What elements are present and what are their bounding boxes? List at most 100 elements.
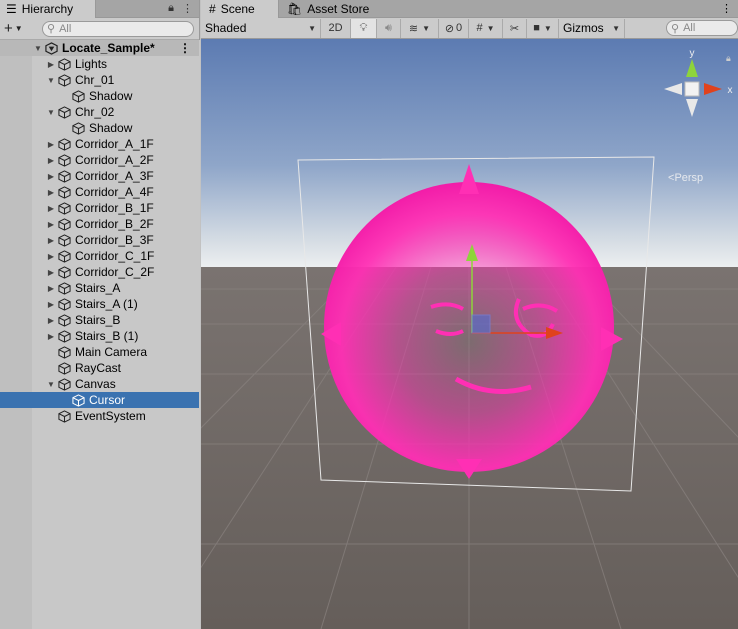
camera-icon: ■ bbox=[533, 22, 540, 34]
more-options-icon[interactable]: ⋮ bbox=[182, 2, 193, 15]
effects-dropdown[interactable]: ≋ ▼ bbox=[401, 18, 439, 38]
collapse-arrow-icon[interactable]: ▼ bbox=[46, 76, 56, 85]
collapse-arrow-icon[interactable]: ▼ bbox=[46, 380, 56, 389]
tab-asset-store[interactable]: 🛍︎ Asset Store bbox=[279, 0, 377, 18]
gameobject-icon-wrap bbox=[58, 297, 75, 311]
hierarchy-row[interactable]: ▶ Corridor_B_2F bbox=[0, 216, 199, 232]
hierarchy-row[interactable]: EventSystem bbox=[0, 408, 199, 424]
expand-arrow-icon[interactable]: ▶ bbox=[46, 172, 56, 181]
gameobject-icon-wrap bbox=[58, 105, 75, 119]
hierarchy-row[interactable]: ▶ Corridor_B_1F bbox=[0, 200, 199, 216]
expand-arrow-icon[interactable]: ▶ bbox=[46, 268, 56, 277]
tab-hierarchy[interactable]: ☰ Hierarchy bbox=[0, 0, 96, 18]
hierarchy-row[interactable]: ▼ Chr_01 bbox=[0, 72, 199, 88]
gameobject-cube-icon bbox=[58, 265, 71, 279]
shading-mode-dropdown[interactable]: Shaded ▼ bbox=[201, 18, 321, 38]
hierarchy-row[interactable]: ▼ Canvas bbox=[0, 376, 199, 392]
hierarchy-row[interactable]: ▶ Corridor_B_3F bbox=[0, 232, 199, 248]
lighting-toggle-button[interactable]: 💡︎ bbox=[351, 18, 377, 38]
tab-scene-label: Scene bbox=[220, 2, 255, 16]
hierarchy-row-label: Shadow bbox=[89, 121, 133, 135]
collapse-arrow-icon[interactable]: ▼ bbox=[46, 108, 56, 117]
hierarchy-search-input[interactable]: ⚲ All bbox=[42, 20, 194, 37]
expand-arrow-icon[interactable]: ▶ bbox=[46, 60, 56, 69]
gameobject-cube-icon bbox=[58, 217, 71, 231]
gameobject-cube-icon bbox=[58, 233, 71, 247]
hierarchy-row[interactable]: ▶ Corridor_A_2F bbox=[0, 152, 199, 168]
chevron-down-icon: ▼ bbox=[486, 23, 495, 33]
gameobject-icon-wrap bbox=[72, 121, 89, 135]
expand-arrow-icon[interactable]: ▶ bbox=[46, 284, 56, 293]
hierarchy-row[interactable]: ▶ Corridor_C_2F bbox=[0, 264, 199, 280]
lightbulb-icon: 💡︎ bbox=[359, 21, 368, 34]
grid-snap-dropdown[interactable]: # ▼ bbox=[469, 18, 503, 38]
create-button[interactable]: + ▼ bbox=[4, 20, 40, 37]
expand-arrow-icon[interactable]: ▶ bbox=[46, 188, 56, 197]
scene-menu-icon[interactable]: ⋮ bbox=[179, 41, 191, 55]
hierarchy-row[interactable]: RayCast bbox=[0, 360, 199, 376]
hierarchy-row[interactable]: Main Camera bbox=[0, 344, 199, 360]
hierarchy-row-label: Corridor_C_2F bbox=[75, 265, 155, 279]
gameobject-icon-wrap bbox=[58, 329, 75, 343]
lock-icon[interactable]: 🔒︎ bbox=[726, 54, 731, 64]
audio-toggle-button[interactable]: 🔊︎ bbox=[377, 18, 401, 38]
expand-arrow-icon[interactable]: ▶ bbox=[46, 236, 56, 245]
scene-search-input[interactable]: ⚲ All bbox=[666, 20, 738, 36]
scene-viewport[interactable]: y x 🔒︎ <Persp bbox=[201, 39, 738, 629]
toggle-2d-button[interactable]: 2D bbox=[321, 18, 351, 38]
lock-icon[interactable]: 🔒︎ bbox=[168, 2, 174, 15]
gameobject-icon-wrap bbox=[58, 313, 75, 327]
camera-dropdown[interactable]: ■ ▼ bbox=[527, 18, 559, 38]
hierarchy-row-label: Lights bbox=[75, 57, 108, 71]
expand-arrow-icon[interactable]: ▶ bbox=[46, 204, 56, 213]
expand-arrow-icon[interactable]: ▶ bbox=[46, 140, 56, 149]
more-options-icon[interactable]: ⋮ bbox=[721, 2, 732, 15]
expand-arrow-icon[interactable]: ▶ bbox=[46, 332, 56, 341]
gameobject-cube-icon bbox=[58, 345, 71, 359]
expand-arrow-icon[interactable]: ▶ bbox=[46, 316, 56, 325]
expand-arrow-icon[interactable]: ▶ bbox=[46, 156, 56, 165]
expand-arrow-icon[interactable]: ▶ bbox=[46, 252, 56, 261]
hierarchy-row[interactable]: ▼ Chr_02 bbox=[0, 104, 199, 120]
hierarchy-row-label: Chr_01 bbox=[75, 73, 115, 87]
gameobject-cube-icon bbox=[58, 377, 71, 391]
hierarchy-row[interactable]: ▶ Stairs_B bbox=[0, 312, 199, 328]
hierarchy-row[interactable]: ▶ Stairs_A (1) bbox=[0, 296, 199, 312]
expand-arrow-icon[interactable]: ▼ bbox=[33, 44, 43, 53]
expand-arrow-icon[interactable]: ▶ bbox=[46, 300, 56, 309]
hierarchy-row-label: EventSystem bbox=[75, 409, 146, 423]
hierarchy-row-label: Shadow bbox=[89, 89, 133, 103]
scene-root-row[interactable]: ▼ Locate_Sample* ⋮ bbox=[0, 40, 199, 56]
scene-name: Locate_Sample* bbox=[62, 41, 155, 55]
gizmos-dropdown[interactable]: Gizmos ▼ bbox=[559, 18, 625, 38]
hierarchy-row-label: Corridor_A_1F bbox=[75, 137, 154, 151]
hierarchy-row-label: Main Camera bbox=[75, 345, 148, 359]
hierarchy-panel: ☰ Hierarchy 🔒︎ ⋮ + ▼ ⚲ All ▼ Locate_Samp… bbox=[0, 0, 200, 629]
chevron-down-icon: ▼ bbox=[543, 23, 552, 33]
hierarchy-row[interactable]: ▶ Corridor_A_4F bbox=[0, 184, 199, 200]
expand-arrow-icon[interactable]: ▶ bbox=[46, 220, 56, 229]
hierarchy-row[interactable]: ▶ Stairs_A bbox=[0, 280, 199, 296]
hierarchy-row[interactable]: ▶ Corridor_C_1F bbox=[0, 248, 199, 264]
hierarchy-row[interactable]: ▶ Corridor_A_3F bbox=[0, 168, 199, 184]
gizmo-y-label: y bbox=[690, 48, 695, 59]
gameobject-icon-wrap bbox=[58, 409, 75, 423]
search-placeholder: All bbox=[59, 22, 72, 35]
gameobject-icon-wrap bbox=[58, 249, 75, 263]
tab-scene[interactable]: # Scene bbox=[201, 0, 279, 18]
hierarchy-row[interactable]: ▶ Stairs_B (1) bbox=[0, 328, 199, 344]
hierarchy-row[interactable]: Shadow bbox=[0, 88, 199, 104]
hierarchy-row[interactable]: ▶ Corridor_A_1F bbox=[0, 136, 199, 152]
projection-label[interactable]: <Persp bbox=[668, 172, 703, 184]
hierarchy-row[interactable]: ▶ Lights bbox=[0, 56, 199, 72]
hierarchy-row-label: Stairs_B (1) bbox=[75, 329, 139, 343]
hierarchy-row-label: Corridor_A_3F bbox=[75, 169, 154, 183]
gameobject-cube-icon bbox=[58, 329, 71, 343]
hidden-objects-toggle[interactable]: ⊘ 0 bbox=[439, 18, 469, 38]
hierarchy-row[interactable]: Shadow bbox=[0, 120, 199, 136]
hierarchy-row[interactable]: Cursor bbox=[0, 392, 199, 408]
tools-button[interactable]: ✂ bbox=[503, 18, 527, 38]
tools-icon: ✂ bbox=[509, 22, 520, 35]
gameobject-icon-wrap bbox=[58, 361, 75, 375]
gameobject-icon-wrap bbox=[58, 185, 75, 199]
